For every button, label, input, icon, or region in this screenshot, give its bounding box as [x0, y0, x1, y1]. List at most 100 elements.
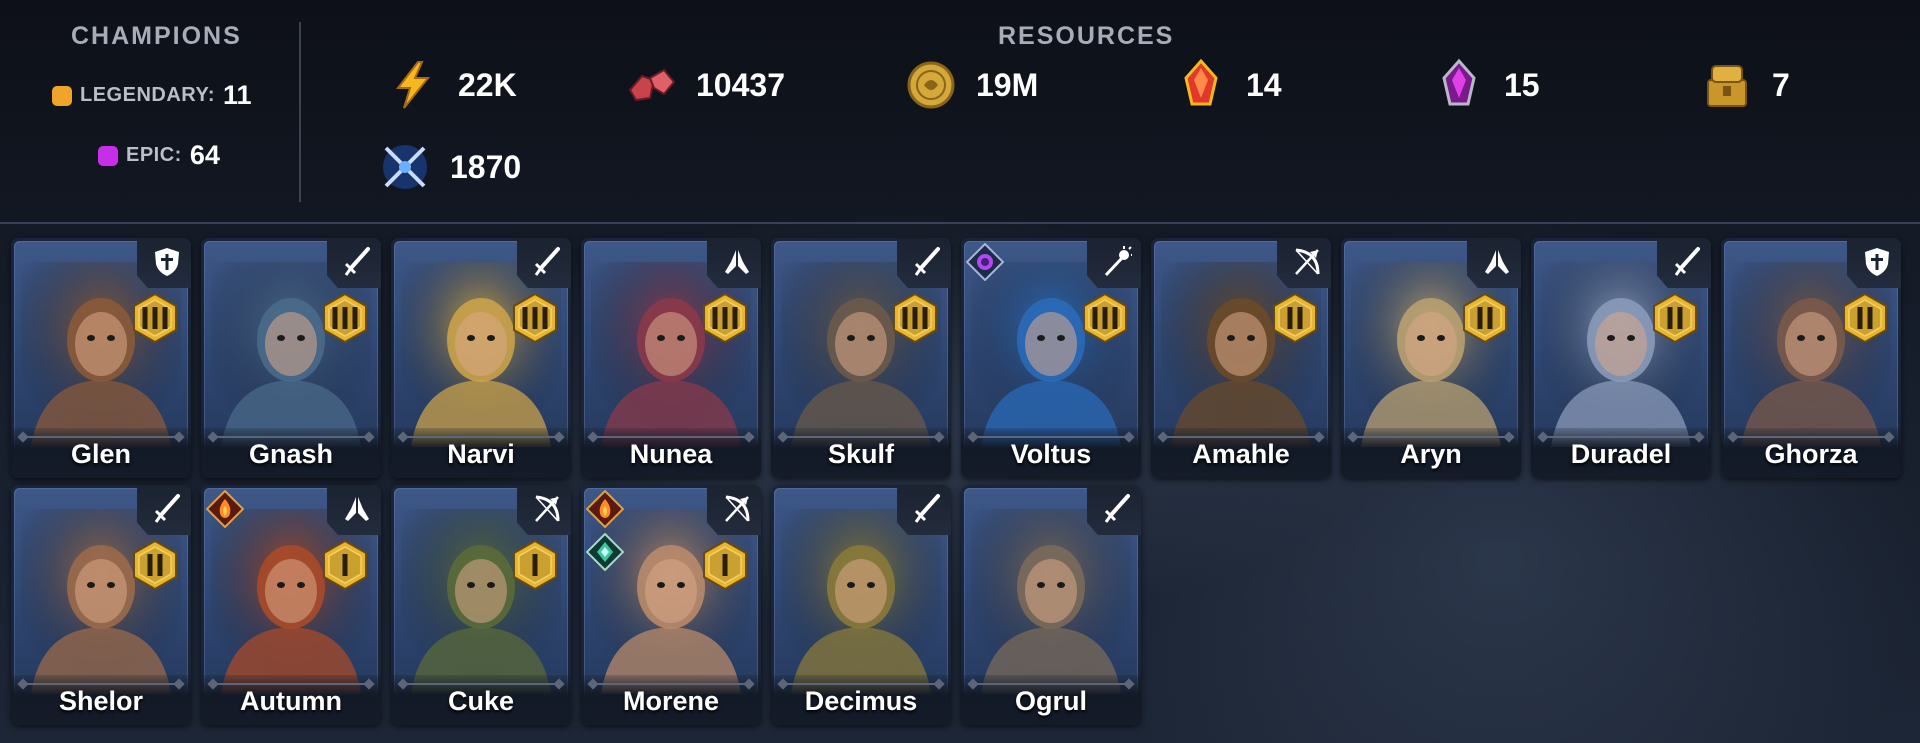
- arena-value: 1870: [450, 148, 522, 185]
- name-rule: [1733, 436, 1889, 438]
- champion-card-cuke[interactable]: Cuke: [391, 485, 571, 725]
- champion-card-autumn[interactable]: Autumn: [201, 485, 381, 725]
- legendary-value: 11: [223, 80, 252, 110]
- name-rule: [403, 683, 559, 685]
- champions-title: CHAMPIONS: [71, 22, 242, 50]
- champion-portrait: [1161, 262, 1321, 447]
- name-rule: [1163, 436, 1319, 438]
- champion-card-glen[interactable]: Glen: [11, 238, 191, 478]
- champion-name: Duradel: [1570, 439, 1672, 469]
- champion-card-ogrul[interactable]: Ogrul: [961, 485, 1141, 725]
- resource-sacred-shard: 14: [1174, 58, 1282, 112]
- champion-portrait: [971, 509, 1131, 694]
- name-rule: [783, 683, 939, 685]
- name-bar: Morene: [581, 675, 761, 725]
- energy-icon: [395, 61, 431, 109]
- champion-portrait: [21, 262, 181, 447]
- champion-name: Skulf: [827, 439, 894, 469]
- header: CHAMPIONS LEGENDARY: 11 EPIC: 64 RESOURC…: [0, 0, 1920, 224]
- rank-badge-icon: [1271, 292, 1319, 344]
- name-bar: Shelor: [11, 675, 191, 725]
- champion-card-nunea[interactable]: Nunea: [581, 238, 761, 478]
- champion-portrait: [1541, 262, 1701, 447]
- class-tab: [1467, 238, 1521, 288]
- champion-portrait: [21, 509, 181, 694]
- name-rule: [213, 683, 369, 685]
- name-bar: Voltus: [961, 428, 1141, 478]
- champion-card-gnash[interactable]: Gnash: [201, 238, 381, 478]
- class-tab: [1087, 238, 1141, 288]
- rank-badge-icon: [1461, 292, 1509, 344]
- rank-badge-icon: [1841, 292, 1889, 344]
- name-rule: [1353, 436, 1509, 438]
- champion-card-voltus[interactable]: Voltus: [961, 238, 1141, 478]
- champion-card-amahle[interactable]: Amahle: [1151, 238, 1331, 478]
- champion-name: Autumn: [240, 686, 342, 716]
- rank-badge-icon: [1651, 292, 1699, 344]
- rank-badge-icon: [321, 292, 369, 344]
- chest-value: 7: [1772, 66, 1790, 103]
- name-bar: Autumn: [201, 675, 381, 725]
- name-rule: [213, 436, 369, 438]
- champion-name: Morene: [622, 686, 720, 716]
- rank-badge-icon: [511, 539, 559, 591]
- legendary-count: LEGENDARY: 11: [52, 80, 252, 111]
- fire-affinity-icon: [585, 489, 625, 529]
- name-bar: Cuke: [391, 675, 571, 725]
- epic-value: 64: [189, 140, 220, 170]
- name-bar: Duradel: [1531, 428, 1711, 478]
- name-rule: [403, 436, 559, 438]
- champion-card-ghorza[interactable]: Ghorza: [1721, 238, 1901, 478]
- name-rule: [593, 683, 749, 685]
- champion-name: Narvi: [447, 439, 515, 469]
- sacred-shard-value: 14: [1246, 66, 1282, 103]
- gold-chest-icon: [1707, 65, 1747, 107]
- resources-title: RESOURCES: [998, 22, 1175, 50]
- fire-affinity-icon: [205, 489, 245, 529]
- champion-name: Ogrul: [1015, 686, 1087, 716]
- champion-portrait: [1351, 262, 1511, 447]
- void-affinity-icon: [965, 242, 1005, 282]
- class-tab: [137, 485, 191, 535]
- class-tab: [137, 238, 191, 288]
- epic-count: EPIC: 64: [98, 140, 220, 171]
- rank-badge-icon: [1081, 292, 1129, 344]
- champion-card-shelor[interactable]: Shelor: [11, 485, 191, 725]
- champion-card-decimus[interactable]: Decimus: [771, 485, 951, 725]
- silver-value: 19M: [976, 66, 1039, 103]
- champion-name: Aryn: [1400, 439, 1462, 469]
- class-tab: [707, 485, 761, 535]
- name-bar: Decimus: [771, 675, 951, 725]
- epic-dot-icon: [98, 145, 118, 166]
- champion-card-skulf[interactable]: Skulf: [771, 238, 951, 478]
- champion-card-morene[interactable]: Morene: [581, 485, 761, 725]
- resource-arena: 1870: [378, 140, 521, 194]
- rank-badge-icon: [131, 292, 179, 344]
- champion-name: Gnash: [248, 439, 334, 469]
- champion-portrait: [401, 262, 561, 447]
- class-tab: [897, 238, 951, 288]
- rank-badge-icon: [321, 539, 369, 591]
- name-bar: Glen: [11, 428, 191, 478]
- spirit-affinity-icon: [585, 532, 625, 572]
- champion-name: Amahle: [1192, 439, 1290, 469]
- resource-silver: 19M: [904, 58, 1038, 112]
- silver-coin-icon: [907, 61, 955, 109]
- legendary-label: LEGENDARY:: [80, 84, 215, 106]
- class-tab: [707, 238, 761, 288]
- name-rule: [973, 683, 1129, 685]
- class-tab: [327, 485, 381, 535]
- resource-void-shard: 15: [1432, 58, 1540, 112]
- champion-name: Ghorza: [1764, 439, 1858, 469]
- champion-card-duradel[interactable]: Duradel: [1531, 238, 1711, 478]
- resource-energy: 22K: [386, 58, 517, 112]
- rank-badge-icon: [511, 292, 559, 344]
- class-tab: [897, 485, 951, 535]
- resource-chest: 7: [1700, 58, 1790, 112]
- champion-card-narvi[interactable]: Narvi: [391, 238, 571, 478]
- class-tab: [517, 485, 571, 535]
- name-bar: Skulf: [771, 428, 951, 478]
- champion-card-aryn[interactable]: Aryn: [1341, 238, 1521, 478]
- name-bar: Nunea: [581, 428, 761, 478]
- rank-badge-icon: [131, 539, 179, 591]
